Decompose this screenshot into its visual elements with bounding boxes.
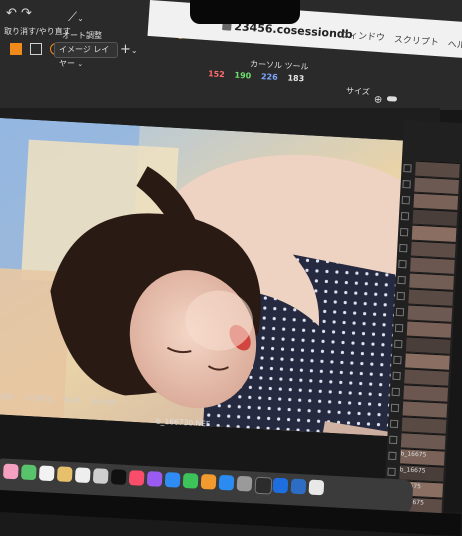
menu-window[interactable]: ウィンドウ [340, 27, 386, 43]
photo-preview[interactable] [0, 118, 446, 439]
filmstrip-sprocket [390, 403, 400, 413]
appstore-app-icon[interactable] [218, 474, 235, 491]
magic-wand-icon: ⟋ [68, 10, 78, 25]
reminders-app-icon[interactable] [74, 467, 91, 484]
grid-view-icon[interactable] [10, 42, 22, 55]
add-layer-button[interactable]: +⌄ [120, 42, 138, 57]
filmstrip-label: b_16675 [400, 450, 427, 459]
tv-app-icon[interactable] [110, 469, 127, 485]
filmstrip-thumbnail[interactable] [407, 304, 453, 322]
filmstrip-sprocket [389, 419, 399, 429]
filmstrip-sprocket [396, 291, 405, 301]
filmstrip-sprocket [395, 307, 405, 317]
red-value: 152 [207, 69, 225, 80]
shutter-value: 1/160 s [25, 394, 52, 404]
screen-scene: ↶ ↷ 取り消す/やり直す ⟋⌄ オート調整 イメージ レイヤー ⌄ +⌄ ⇖ … [0, 0, 462, 536]
notes-app-icon[interactable] [56, 466, 73, 483]
filmstrip-sprocket [392, 371, 401, 381]
blue-value: 226 [260, 72, 278, 82]
add-layer-label: + [120, 42, 131, 57]
filmstrip-thumbnail[interactable] [402, 400, 448, 418]
filmstrip-thumbnail[interactable] [406, 320, 452, 338]
keynote-app-icon[interactable] [164, 471, 181, 488]
filmstrip-sprocket [388, 451, 397, 461]
filmstrip-sprocket [402, 180, 411, 189]
filmstrip-thumbnail[interactable] [411, 224, 457, 242]
filmstrip-sprocket [400, 211, 410, 221]
settings-app-icon[interactable] [236, 475, 253, 492]
music-app-icon[interactable] [128, 470, 145, 486]
filmstrip-thumbnail[interactable] [412, 208, 458, 226]
filmstrip-sprocket [403, 164, 412, 173]
size-label: サイズ [345, 86, 370, 97]
green-value: 190 [234, 70, 252, 81]
filmstrip-thumbnail[interactable] [410, 240, 456, 258]
redo-icon[interactable]: ↷ [21, 6, 32, 21]
photoshop-app-icon[interactable] [290, 478, 307, 495]
undo-redo-label: 取り消す/やり直す [4, 27, 71, 36]
undo-icon[interactable]: ↶ [6, 6, 17, 21]
numbers-app-icon[interactable] [182, 472, 199, 489]
filmstrip-sprocket [387, 467, 396, 477]
filmstrip-thumbnail[interactable] [405, 352, 450, 370]
focal-value: 44 mm [91, 397, 118, 407]
undo-redo-control[interactable]: ↶ ↷ [6, 6, 32, 21]
size-slider[interactable] [387, 96, 398, 102]
lightroom-app-icon[interactable] [272, 477, 289, 494]
calendar-app-icon[interactable] [38, 465, 55, 482]
aperture-value: f/2.8 [63, 396, 81, 405]
preview-app-icon[interactable] [308, 479, 325, 496]
size-control[interactable]: ⊕ [374, 87, 398, 107]
camera-notch [190, 0, 300, 24]
filmstrip-thumbnail[interactable] [403, 384, 449, 402]
filmstrip-sprocket [391, 387, 400, 397]
filmstrip-sprocket [393, 355, 402, 365]
single-view-icon[interactable] [30, 42, 43, 55]
filmstrip-sprocket [399, 243, 408, 253]
finder-app-icon[interactable] [2, 463, 19, 480]
filmstrip-thumbnail[interactable] [415, 160, 460, 178]
filmstrip-thumbnail[interactable] [413, 192, 459, 210]
filmstrip-thumbnail[interactable] [401, 416, 447, 434]
filmstrip-sprocket [394, 323, 404, 333]
auto-adjust-button[interactable]: ⟋⌄ [68, 10, 84, 25]
filmstrip-sprocket [394, 339, 403, 349]
podcasts-app-icon[interactable] [146, 471, 163, 487]
filmstrip-sprocket [399, 227, 409, 237]
menu-help[interactable]: ヘルプ [447, 37, 462, 52]
capture-one-app-icon[interactable] [254, 476, 273, 495]
filmstrip-thumbnail[interactable] [405, 336, 451, 354]
filmstrip-thumbnail[interactable] [409, 272, 454, 290]
filmstrip-sprocket [397, 275, 406, 285]
filmstrip-thumbnail[interactable] [408, 288, 454, 306]
filmstrip-sprocket [398, 259, 407, 269]
image-filename: b_166730.NEF [155, 416, 211, 429]
freeform-app-icon[interactable] [92, 468, 109, 484]
filmstrip-thumbnail[interactable] [410, 256, 455, 274]
filmstrip-sprocket [401, 196, 411, 205]
portrait-photo [0, 118, 446, 439]
filmstrip-label: b_16675 [399, 466, 426, 475]
filmstrip-sprocket [389, 435, 398, 445]
filmstrip-thumbnail[interactable] [400, 432, 446, 450]
filmstrip-thumbnail[interactable] [414, 176, 459, 194]
layer-dropdown[interactable]: イメージ レイヤー ⌄ [54, 42, 118, 68]
facetime-app-icon[interactable] [20, 464, 37, 481]
auto-adjust-label: オート調整 [62, 31, 102, 40]
zoom-icon[interactable]: ⊕ [374, 94, 383, 105]
menu-script[interactable]: スクリプト [393, 32, 439, 48]
filmstrip-thumbnail[interactable] [404, 368, 449, 386]
iso-value: 500 [0, 392, 14, 402]
pages-app-icon[interactable] [200, 473, 217, 490]
alpha-value: 183 [287, 73, 305, 84]
